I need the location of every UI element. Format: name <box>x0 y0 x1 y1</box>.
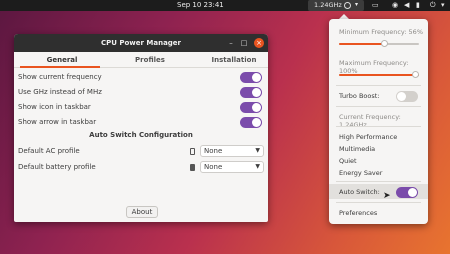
option-label: Show icon in taskbar <box>18 103 91 111</box>
about-button[interactable]: About <box>126 206 158 218</box>
option-use-ghz: Use GHz instead of MHz <box>18 86 264 100</box>
min-frequency-slider[interactable] <box>339 40 419 47</box>
cpu-icon <box>344 2 351 9</box>
power-icon[interactable]: ⏻ <box>430 1 436 10</box>
option-label: Use GHz instead of MHz <box>18 88 102 96</box>
auto-switch-label: Auto Switch: <box>339 188 380 196</box>
cpu-frequency-indicator[interactable]: 1.24GHz ▾ <box>308 0 364 11</box>
preferences-item[interactable]: Preferences <box>339 209 377 217</box>
ac-profile-value: None <box>204 147 223 155</box>
max-frequency-handle[interactable] <box>412 71 419 78</box>
tab-bar: General Profiles Installation <box>14 52 268 68</box>
chevron-down-icon: ▼ <box>255 163 260 170</box>
volume-icon[interactable]: ◀ <box>404 1 409 9</box>
mouse-cursor-icon: ➤ <box>383 191 391 201</box>
top-bar: Sep 10 23:41 1.24GHz ▾ ▭ ◉ ◀ ▮ ⏻ ▾ <box>0 0 450 11</box>
turbo-boost-toggle[interactable] <box>396 91 418 102</box>
screen-icon[interactable]: ▭ <box>372 1 379 9</box>
battery-profile-label: Default battery profile <box>18 163 96 171</box>
auto-switch-section-title: Auto Switch Configuration <box>89 131 193 139</box>
tab-installation[interactable]: Installation <box>192 56 268 64</box>
show-arrow-toggle[interactable] <box>240 117 262 128</box>
profile-high-performance[interactable]: High Performance <box>339 133 397 141</box>
max-frequency-fill <box>339 74 419 76</box>
menu-separator <box>336 181 421 182</box>
chevron-down-icon: ▾ <box>355 1 359 8</box>
network-icon[interactable]: ◉ <box>392 1 398 9</box>
menu-separator <box>336 106 421 107</box>
cpu-frequency-readout: 1.24GHz <box>314 1 342 9</box>
chevron-down-icon: ▼ <box>255 147 260 154</box>
profile-energy-saver[interactable]: Energy Saver <box>339 169 382 177</box>
option-label: Show current frequency <box>18 73 102 81</box>
show-current-frequency-toggle[interactable] <box>240 72 262 83</box>
window-titlebar[interactable]: CPU Power Manager – □ × <box>14 34 268 52</box>
active-tab-indicator <box>20 66 100 68</box>
min-frequency-fill <box>339 43 384 45</box>
menu-separator <box>336 126 421 127</box>
use-ghz-toggle[interactable] <box>240 87 262 98</box>
max-frequency-slider[interactable] <box>339 71 419 78</box>
turbo-boost-label: Turbo Boost: <box>339 92 380 100</box>
tab-profiles[interactable]: Profiles <box>108 56 192 64</box>
battery-icon[interactable]: ▮ <box>416 1 420 9</box>
profile-multimedia[interactable]: Multimedia <box>339 145 375 153</box>
plug-icon <box>190 148 195 155</box>
battery-profile-value: None <box>204 163 223 171</box>
option-show-arrow: Show arrow in taskbar <box>18 116 264 130</box>
tab-general[interactable]: General <box>20 56 104 64</box>
min-frequency-handle[interactable] <box>381 40 388 47</box>
clock[interactable]: Sep 10 23:41 <box>177 1 224 9</box>
auto-switch-toggle[interactable] <box>396 187 418 198</box>
menu-separator <box>336 85 421 86</box>
menu-separator <box>336 202 421 203</box>
option-label: Show arrow in taskbar <box>18 118 97 126</box>
cpu-power-manager-window: CPU Power Manager – □ × General Profiles… <box>14 34 268 222</box>
minimize-icon[interactable]: – <box>226 38 236 48</box>
profile-quiet[interactable]: Quiet <box>339 157 357 165</box>
maximize-icon[interactable]: □ <box>239 38 249 48</box>
battery-icon <box>190 164 195 171</box>
battery-profile-select[interactable]: None ▼ <box>200 161 264 173</box>
chevron-down-icon[interactable]: ▾ <box>441 1 445 9</box>
close-icon[interactable]: × <box>254 38 264 48</box>
min-frequency-label: Minimum Frequency: 56% <box>339 28 423 36</box>
ac-profile-select[interactable]: None ▼ <box>200 145 264 157</box>
ac-profile-label: Default AC profile <box>18 147 80 155</box>
option-show-icon: Show icon in taskbar <box>18 101 264 115</box>
show-icon-toggle[interactable] <box>240 102 262 113</box>
cpu-frequency-menu: Minimum Frequency: 56% Maximum Frequency… <box>329 19 428 224</box>
option-show-current-frequency: Show current frequency <box>18 71 264 85</box>
